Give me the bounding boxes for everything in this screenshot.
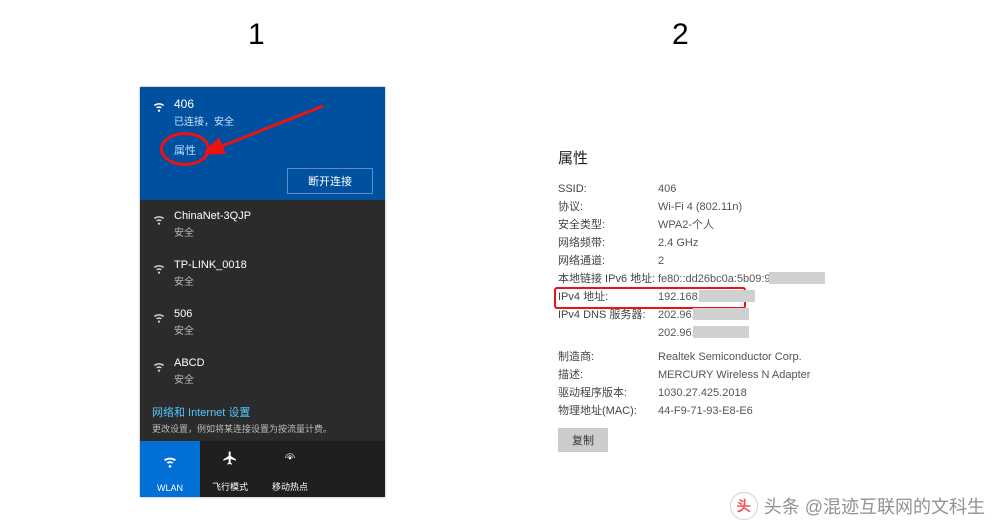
property-row: 驱动程序版本:1030.27.425.2018	[558, 384, 938, 402]
property-key: 本地链接 IPv6 地址:	[558, 270, 658, 288]
network-item[interactable]: ABCD 安全	[140, 347, 385, 396]
property-key: IPv4 地址:	[558, 288, 658, 306]
properties-panel: 属性 SSID:406协议:Wi-Fi 4 (802.11n)安全类型:WPA2…	[558, 147, 938, 452]
active-network-name: 406	[174, 97, 234, 111]
quick-actions-bar: WLAN 飞行模式 移动热点	[140, 441, 385, 497]
quick-action-label: 移动热点	[272, 480, 308, 493]
property-row: 网络通道:2	[558, 252, 938, 270]
property-row: 安全类型:WPA2-个人	[558, 216, 938, 234]
wifi-icon	[162, 453, 178, 471]
property-key: 安全类型:	[558, 216, 658, 234]
network-item[interactable]: ChinaNet-3QJP 安全	[140, 200, 385, 249]
step-label-2: 2	[672, 18, 689, 52]
property-value: 406	[658, 180, 676, 198]
property-row: 制造商:Realtek Semiconductor Corp.	[558, 348, 938, 366]
network-item[interactable]: TP-LINK_0018 安全	[140, 249, 385, 298]
step-label-1: 1	[248, 18, 265, 52]
network-name: 506	[174, 308, 194, 320]
property-value-ipv6: fe80::dd26bc0a:5b09:9	[658, 270, 771, 288]
property-value: 44-F9-71-93-E8-E6	[658, 402, 753, 420]
property-value-ipv4: 192.168.	[658, 288, 701, 306]
property-value: 1030.27.425.2018	[658, 384, 747, 402]
property-key: SSID:	[558, 180, 658, 198]
network-security: 安全	[174, 273, 247, 288]
active-network-status: 已连接，安全	[174, 113, 234, 128]
watermark: 头 头条 @混迹互联网的文科生	[730, 492, 985, 520]
wifi-icon	[152, 99, 166, 116]
quick-action-label: 飞行模式	[212, 480, 248, 493]
quick-action-hotspot[interactable]: 移动热点	[260, 441, 320, 497]
property-key: 描述:	[558, 366, 658, 384]
properties-title: 属性	[558, 147, 938, 168]
quick-action-label: WLAN	[157, 483, 183, 493]
network-security: 安全	[174, 371, 205, 386]
property-key: 驱动程序版本:	[558, 384, 658, 402]
property-value: MERCURY Wireless N Adapter	[658, 366, 810, 384]
property-row: 物理地址(MAC):44-F9-71-93-E8-E6	[558, 402, 938, 420]
wifi-icon	[152, 261, 166, 278]
quick-action-airplane[interactable]: 飞行模式	[200, 441, 260, 497]
network-name: ABCD	[174, 357, 205, 369]
copy-button[interactable]: 复制	[558, 428, 608, 452]
wifi-icon	[152, 310, 166, 327]
watermark-text: 头条 @混迹互联网的文科生	[764, 493, 985, 519]
network-settings-desc: 更改设置，例如将某连接设置为按流量计费。	[140, 422, 385, 441]
property-value: Wi-Fi 4 (802.11n)	[658, 198, 742, 216]
property-value: 2	[658, 252, 664, 270]
property-key: 制造商:	[558, 348, 658, 366]
network-security: 安全	[174, 322, 194, 337]
property-row: 描述:MERCURY Wireless N Adapter	[558, 366, 938, 384]
property-value-dns2: 202.96.	[658, 324, 695, 342]
property-row: 协议:Wi-Fi 4 (802.11n)	[558, 198, 938, 216]
property-value: WPA2-个人	[658, 216, 714, 234]
network-flyout: 406 已连接，安全 属性 断开连接 ChinaNet-3QJP安全TP-LIN…	[140, 87, 385, 497]
active-network[interactable]: 406 已连接，安全 属性 断开连接	[140, 87, 385, 200]
property-row-ipv6: 本地链接 IPv6 地址: fe80::dd26bc0a:5b09:9	[558, 270, 938, 288]
watermark-icon: 头	[730, 492, 758, 520]
network-name: ChinaNet-3QJP	[174, 210, 251, 222]
property-value: Realtek Semiconductor Corp.	[658, 348, 802, 366]
property-key: 网络频带:	[558, 234, 658, 252]
property-key: 协议:	[558, 198, 658, 216]
property-row-dns: IPv4 DNS 服务器: 202.96. 202.96.	[558, 306, 938, 342]
properties-link[interactable]: 属性	[172, 145, 198, 157]
property-value: 2.4 GHz	[658, 234, 698, 252]
property-row: 网络频带:2.4 GHz	[558, 234, 938, 252]
network-name: TP-LINK_0018	[174, 259, 247, 271]
available-networks-list: ChinaNet-3QJP 安全 TP-LINK_0018 安全 506 安全 ABCD 安全…	[140, 200, 385, 398]
network-item[interactable]: 506 安全	[140, 298, 385, 347]
property-key: 网络通道:	[558, 252, 658, 270]
quick-action-wlan[interactable]: WLAN	[140, 441, 200, 497]
network-settings-link[interactable]: 网络和 Internet 设置	[140, 398, 385, 422]
property-key: IPv4 DNS 服务器:	[558, 306, 658, 342]
wifi-icon	[152, 212, 166, 229]
airplane-icon	[222, 450, 238, 468]
hotspot-icon	[282, 450, 298, 468]
disconnect-button[interactable]: 断开连接	[287, 168, 373, 194]
property-row-ipv4: IPv4 地址: 192.168.	[558, 288, 938, 306]
property-value-dns1: 202.96.	[658, 306, 695, 324]
wifi-icon	[152, 359, 166, 376]
property-row: SSID:406	[558, 180, 938, 198]
network-security: 安全	[174, 224, 251, 239]
property-key: 物理地址(MAC):	[558, 402, 658, 420]
